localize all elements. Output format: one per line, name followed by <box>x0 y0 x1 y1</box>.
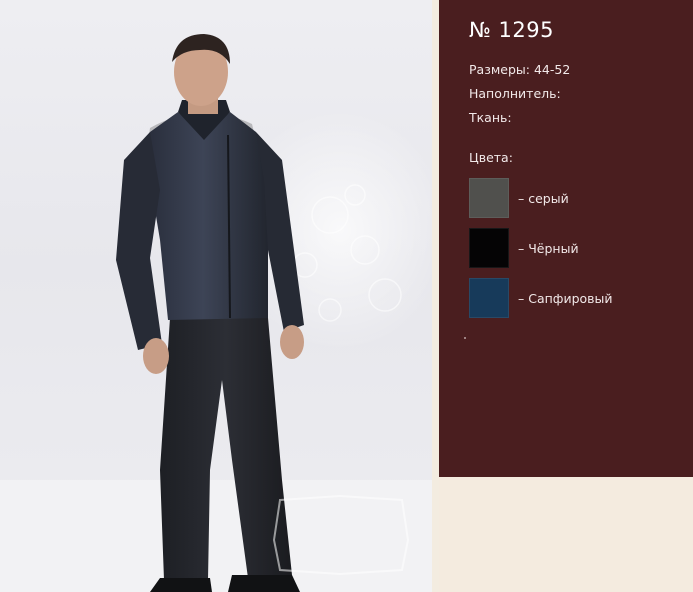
stray-dot <box>464 337 466 339</box>
filler-label: Наполнитель: <box>469 86 561 101</box>
color-label-sapphire: – Сапфировый <box>518 290 613 306</box>
product-photo <box>0 0 432 592</box>
color-label-black: – Чёрный <box>518 240 579 256</box>
color-option-sapphire[interactable]: – Сапфировый <box>469 278 689 318</box>
color-swatch-sapphire[interactable] <box>469 278 509 318</box>
colors-title: Цвета: <box>469 150 513 165</box>
info-panel-footer <box>439 477 693 592</box>
product-card: № 1295 Размеры: 44-52 Наполнитель: Ткань… <box>0 0 693 592</box>
model-illustration <box>0 34 432 592</box>
sizes-label: Размеры: 44-52 <box>469 62 571 77</box>
color-label-gray: – серый <box>518 190 569 206</box>
color-option-gray[interactable]: – серый <box>469 178 689 218</box>
color-option-black[interactable]: – Чёрный <box>469 228 689 268</box>
product-info-panel: № 1295 Размеры: 44-52 Наполнитель: Ткань… <box>439 0 693 477</box>
color-swatch-gray[interactable] <box>469 178 509 218</box>
fabric-label: Ткань: <box>469 110 512 125</box>
model-number: № 1295 <box>469 18 554 42</box>
panel-gap <box>432 0 439 592</box>
color-swatch-black[interactable] <box>469 228 509 268</box>
